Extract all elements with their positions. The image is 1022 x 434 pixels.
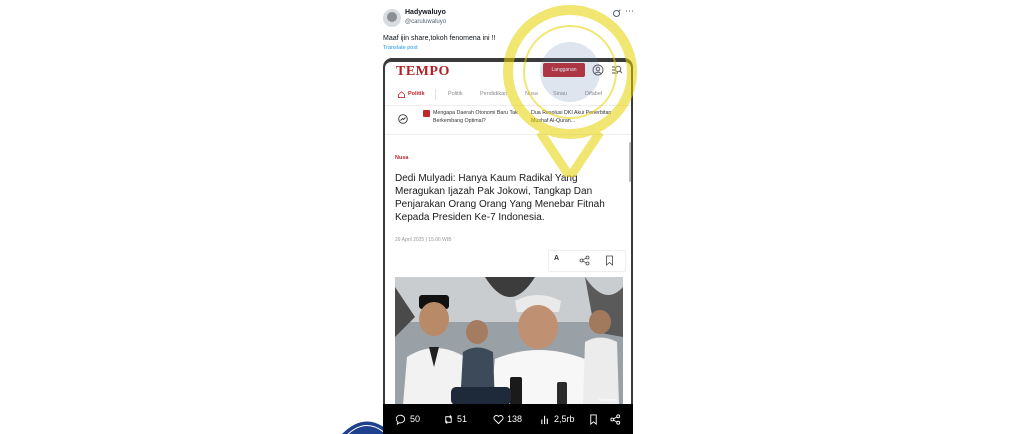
post-image[interactable]: TEMPO Langganan Politik Politik Pendidik…	[383, 58, 633, 434]
scrollbar	[629, 142, 631, 182]
article-date: 29 April 2025 | 15.06 WIB	[395, 237, 452, 243]
home-icon	[398, 91, 405, 98]
repost-button[interactable]: 51	[443, 412, 467, 426]
nav-item-politik: Politik	[448, 91, 463, 97]
reply-icon	[396, 414, 406, 425]
more-options-icon[interactable]: ⋯	[625, 7, 634, 16]
share-post-icon	[610, 413, 621, 425]
post-text: Maaf ijin share,tokoh fenomena ini !!	[383, 35, 496, 42]
nav-item-politik-active: Politik	[408, 91, 425, 97]
trending-bar: Mengapa Daerah Otonomi Baru Tak Berkemba…	[385, 106, 631, 135]
nav-item-nusa: Nusa	[525, 91, 538, 97]
trending-badge	[423, 110, 430, 117]
article-actions: A	[548, 250, 626, 272]
like-button[interactable]: 138	[493, 412, 522, 426]
trending-item-2: Dua Resolusi DKI Akui Penerbitan Mushaf …	[531, 110, 612, 124]
photo-credit: Nusantara	[598, 397, 617, 402]
bookmark-post-button[interactable]	[588, 412, 599, 426]
category-nav: Politik Politik Pendidikan Nusa Sinau Di…	[385, 85, 631, 106]
heart-icon	[493, 414, 504, 424]
post-action-bar: 50 51 138 2,5rb	[383, 404, 633, 434]
trending-item-1: Mengapa Daerah Otonomi Baru Tak Berkemba…	[433, 110, 518, 124]
search-menu-icon	[612, 65, 623, 74]
nav-item-difabel: Difabel	[585, 91, 603, 97]
tempo-logo: TEMPO	[396, 64, 450, 79]
views-button[interactable]: 2,5rb	[540, 412, 575, 426]
share-post-button[interactable]	[610, 412, 621, 426]
font-size-icon: A	[554, 255, 560, 262]
nav-item-sinau: Sinau	[553, 91, 568, 97]
article-headline: Dedi Mulyadi: Hanya Kaum Radikal Yang Me…	[395, 173, 605, 223]
article-photo: Nusantara	[395, 277, 623, 405]
views-icon	[541, 415, 548, 424]
like-count: 138	[507, 414, 523, 424]
views-count: 2,5rb	[554, 414, 575, 424]
repost-icon	[445, 414, 452, 424]
subscribe-button: Langganan	[543, 63, 585, 77]
translate-post-link[interactable]: Translate post	[383, 45, 418, 51]
display-name[interactable]: Hadywaluyo	[405, 9, 446, 16]
repost-count: 51	[457, 414, 468, 424]
user-handle[interactable]: @caruluwaluyo	[405, 19, 446, 25]
article-category: Nusa	[395, 155, 409, 161]
bookmark-icon	[606, 255, 613, 266]
trending-icon	[398, 114, 408, 124]
user-icon	[592, 64, 604, 76]
reply-count: 50	[410, 414, 421, 424]
nav-item-pendidikan: Pendidikan	[480, 91, 508, 97]
share-icon	[579, 255, 590, 266]
tempo-screenshot: TEMPO Langganan Politik Politik Pendidik…	[385, 62, 631, 434]
avatar[interactable]	[383, 9, 401, 27]
reply-button[interactable]: 50	[396, 412, 420, 426]
bookmark-post-icon	[590, 413, 597, 425]
grok-icon[interactable]	[612, 9, 621, 18]
